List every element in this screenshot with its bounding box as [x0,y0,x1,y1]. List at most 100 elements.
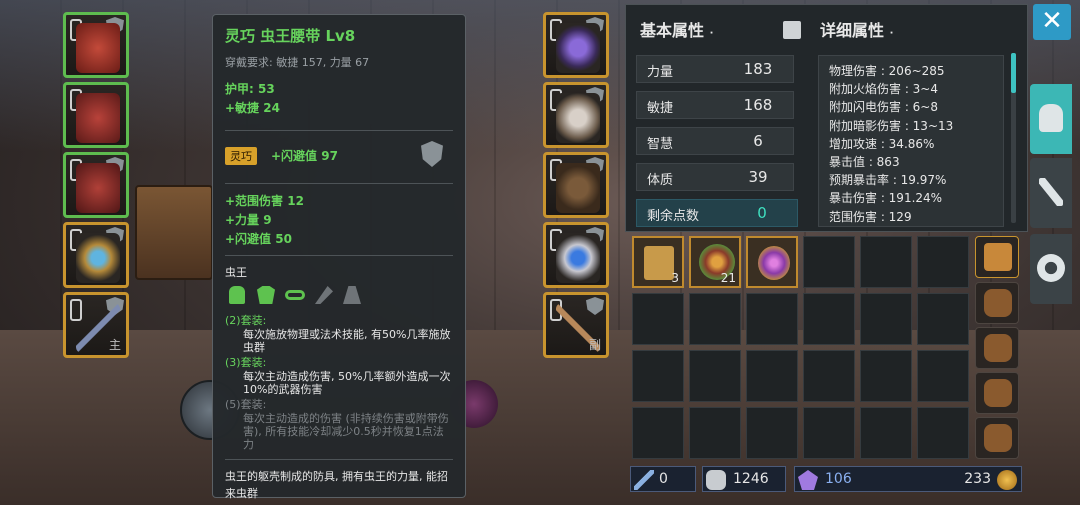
detail-line: 范围伤害 : 129 [829,209,912,224]
equip-slot-ring-left[interactable] [63,222,129,288]
inventory-slot[interactable] [917,236,969,288]
backpack-icon [984,334,1012,362]
affix-row: 灵巧 +闪避值 97 [225,139,453,175]
stat-strength: 力量 183 [636,55,794,83]
equip-slot-gloves[interactable] [543,82,609,148]
inventory-slot[interactable] [746,407,798,459]
chest-armor-icon [76,93,120,143]
detail-line: 附加火焰伤害 : 3~4 [829,82,938,97]
inventory-slot[interactable] [746,293,798,345]
gold-coin-icon [997,470,1017,490]
detail-scrollbar[interactable] [1011,53,1016,223]
stat-label: 体质 [647,173,674,188]
backpack-icon [984,424,1012,452]
off-hand-label: 副 [588,338,601,352]
basic-attr-title[interactable]: 基本属性 · [640,17,713,41]
scrollbar-thumb[interactable] [1011,53,1016,93]
divider [225,183,453,184]
bonus-line: +闪避值 50 [225,232,292,246]
item-quantity: 21 [720,271,736,285]
equip-slot-main-weapon[interactable]: 主 [63,292,129,358]
inventory-slot[interactable] [689,350,741,402]
set5-text: 每次主动造成的伤害 (非持续伤害或附带伤害), 所有技能冷却减少0.5秒并恢复1… [243,412,449,451]
potion-icon [758,246,790,280]
bag-tab-2[interactable] [975,282,1019,324]
inventory-slot[interactable] [689,407,741,459]
inventory-slot[interactable] [632,407,684,459]
set-chest-icon [257,286,275,304]
inventory-slot[interactable] [860,350,912,402]
pouch-icon [706,470,726,490]
currency-crystal-gold: 106 233 [794,466,1022,492]
currency-value: 1246 [733,471,769,487]
tab-settings[interactable] [1030,234,1072,304]
set2-head: (2)套装: [225,314,267,327]
weapons-tab-icon [1039,178,1063,206]
inventory-slot[interactable] [803,293,855,345]
inventory-slot-potion[interactable] [746,236,798,288]
detail-line: 预期暴击率 : 19.97% [829,173,947,188]
inventory-slot-orb[interactable]: 21 [689,236,741,288]
inventory-slot[interactable] [632,293,684,345]
free-points-value: 0 [757,204,767,222]
item-armor: 护甲: 53 [225,82,275,96]
close-button[interactable]: ✕ [1033,4,1071,40]
inventory-slot[interactable] [860,293,912,345]
inventory-slot[interactable] [860,407,912,459]
bag-tab-3[interactable] [975,327,1019,369]
equip-slot-helmet[interactable] [63,12,129,78]
tab-weapons[interactable] [1030,158,1072,228]
background-chest [135,185,213,280]
set3-text: 每次主动造成伤害, 50%几率额外造成一次10%的武器伤害 [243,370,451,396]
stat-value: 168 [743,96,773,114]
detail-line: 附加暗影伤害 : 13~13 [829,118,954,133]
shield-icon [421,141,443,167]
stat-constitution: 体质 39 [636,163,794,191]
inventory-slot-scroll[interactable]: 3 [632,236,684,288]
ring-icon [76,233,120,283]
equip-slot-legs[interactable] [63,152,129,218]
item-agility: +敏捷 24 [225,101,280,115]
scroll-icon [644,246,674,280]
attribute-panel: 基本属性 · 详细属性 · 力量 183 敏捷 168 智慧 6 体质 39 剩… [625,4,1028,232]
stat-label: 力量 [647,65,674,80]
set-belt-icon [285,290,305,300]
inventory-slot[interactable] [689,293,741,345]
gold-value: 233 [964,471,991,487]
stat-free-points: 剩余点数 0 [636,199,798,227]
equip-slot-chest[interactable] [63,82,129,148]
stat-label: 智慧 [647,137,674,152]
tab-equipment[interactable] [1030,84,1072,154]
crystal-value: 106 [825,471,852,487]
bag-tab-5[interactable] [975,417,1019,459]
inventory-grid: 3 21 [632,236,972,461]
inventory-slot[interactable] [803,350,855,402]
inventory-slot[interactable] [917,293,969,345]
equip-slot-amulet[interactable] [543,12,609,78]
inventory-slot[interactable] [860,236,912,288]
bag-tab-4[interactable] [975,372,1019,414]
affix-tag: 灵巧 [225,147,257,165]
bag-tab-chest[interactable] [975,236,1019,278]
detail-attr-list[interactable]: 物理伤害 : 206~285 附加火焰伤害 : 3~4 附加闪电伤害 : 6~8… [818,55,1004,227]
set3-head: (3)套装: [225,356,267,369]
inventory-slot[interactable] [632,350,684,402]
inventory-slot[interactable] [917,350,969,402]
inventory-slot[interactable] [803,236,855,288]
divider [225,459,453,460]
item-requirement: 穿戴要求: 敏捷 157, 力量 67 [225,56,370,69]
dropdown-icon: · [709,28,714,39]
currency-value: 0 [659,471,668,487]
divider [225,255,453,256]
inventory-slot[interactable] [917,407,969,459]
bonus-line: +力量 9 [225,213,272,227]
equip-slot-ring-right[interactable] [543,222,609,288]
detail-attr-title[interactable]: 详细属性 · [820,17,893,41]
toggle-icon[interactable] [783,21,801,39]
equip-slot-off-weapon[interactable]: 副 [543,292,609,358]
set5-head: (5)套装: [225,398,267,411]
inventory-slot[interactable] [803,407,855,459]
basic-attr-title-text: 基本属性 [640,21,705,40]
inventory-slot[interactable] [746,350,798,402]
equip-slot-boots[interactable] [543,152,609,218]
